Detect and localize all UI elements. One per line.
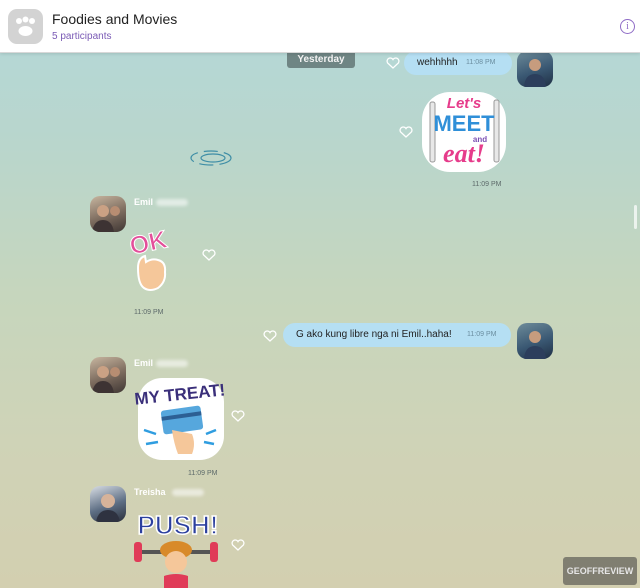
heart-icon[interactable] xyxy=(202,249,216,261)
sender-name: Emil xyxy=(134,197,154,207)
message-bubble[interactable]: wehhhhh 11:08 PM xyxy=(404,51,512,75)
message-time: 11:09 PM xyxy=(472,181,502,188)
heart-icon[interactable] xyxy=(231,539,245,551)
scrollbar[interactable] xyxy=(634,205,637,229)
heart-icon[interactable] xyxy=(386,57,400,69)
background-ripple xyxy=(190,150,232,166)
chat-header: Foodies and Movies 5 participants i xyxy=(0,0,640,53)
avatar[interactable] xyxy=(90,357,126,393)
message-time: 11:09 PM xyxy=(467,331,497,338)
heart-icon[interactable] xyxy=(399,126,413,138)
group-avatar[interactable] xyxy=(8,9,43,44)
avatar[interactable] xyxy=(90,486,126,522)
info-icon[interactable]: i xyxy=(620,19,635,34)
message-time: 11:08 PM xyxy=(466,59,496,66)
day-separator: Yesterday xyxy=(287,52,355,68)
heart-icon[interactable] xyxy=(263,330,277,342)
avatar[interactable] xyxy=(90,196,126,232)
avatar[interactable] xyxy=(517,51,553,87)
sticker-push[interactable]: PUSH! xyxy=(132,504,222,588)
message-time: 11:09 PM xyxy=(188,470,218,477)
sticker-ok[interactable]: OK xyxy=(127,218,174,296)
svg-text:Let's: Let's xyxy=(447,95,481,112)
avatar[interactable] xyxy=(517,323,553,359)
svg-text:MEET: MEET xyxy=(433,111,495,136)
svg-text:eat!: eat! xyxy=(443,139,485,168)
sticker-meet-and-eat[interactable]: Let's MEET and eat! xyxy=(418,82,510,176)
message-text: wehhhhh xyxy=(417,57,458,68)
participants-count[interactable]: 5 participants xyxy=(52,31,111,42)
message-text: G ako kung libre nga ni Emil..haha! xyxy=(296,329,452,340)
sticker-my-treat[interactable]: MY TREAT! xyxy=(132,374,230,466)
group-icon xyxy=(16,16,35,36)
heart-icon[interactable] xyxy=(231,410,245,422)
watermark: GEOFFREVIEW xyxy=(563,557,637,585)
message-bubble[interactable]: G ako kung libre nga ni Emil..haha! 11:0… xyxy=(283,323,511,347)
svg-text:PUSH!: PUSH! xyxy=(138,510,219,540)
sender-name: Treisha xyxy=(134,487,166,497)
chat-title: Foodies and Movies xyxy=(52,11,178,27)
message-time: 11:09 PM xyxy=(134,309,164,316)
svg-text:OK: OK xyxy=(128,225,170,260)
sender-name: Emil xyxy=(134,358,154,368)
